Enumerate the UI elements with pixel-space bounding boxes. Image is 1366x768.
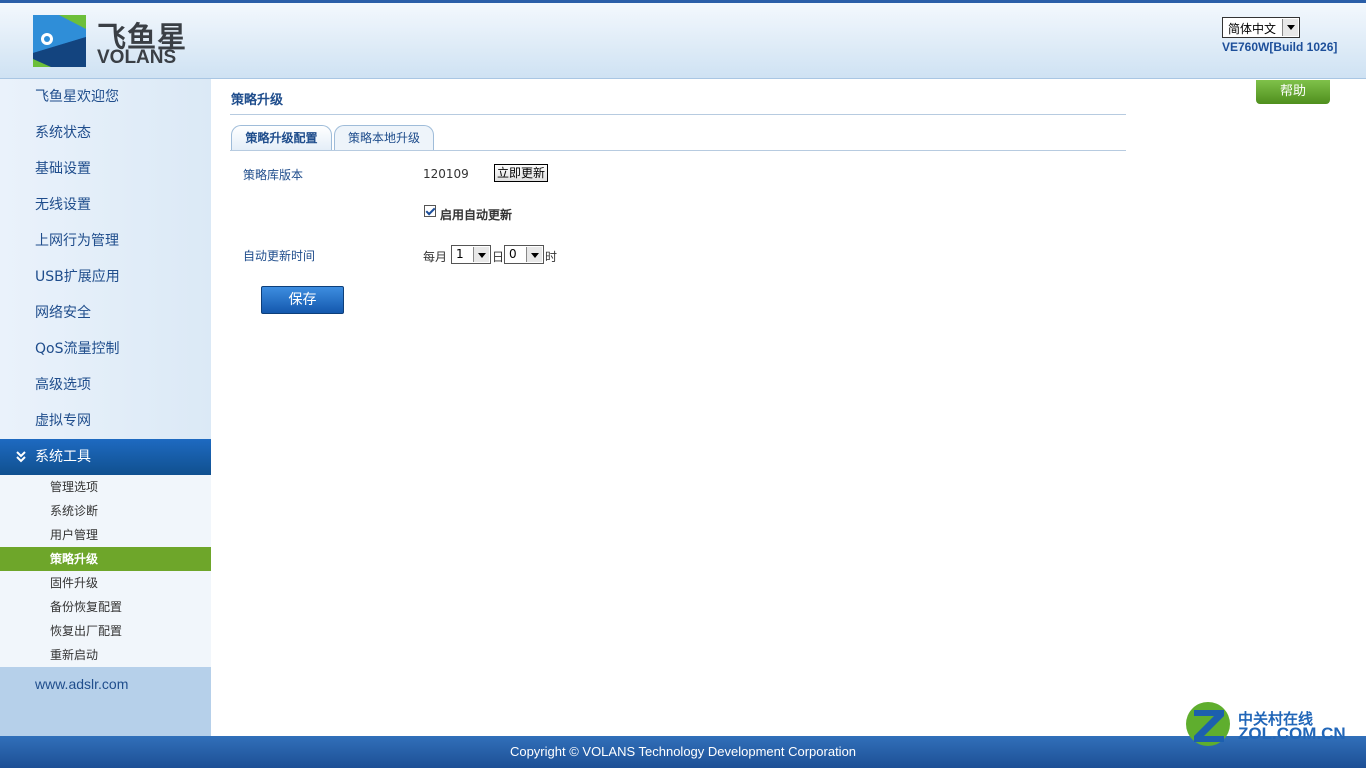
auto-update-label: 启用自动更新: [440, 208, 513, 222]
website-link[interactable]: www.adslr.com: [0, 667, 211, 736]
header-bar: 飞鱼星 VOLANS 简体中文 VE760W[Build 1026]: [0, 3, 1366, 79]
divider: [230, 114, 1126, 115]
submenu-item-reboot[interactable]: 重新启动: [0, 643, 211, 667]
sidebar-item-welcome[interactable]: 飞鱼星欢迎您: [0, 79, 211, 115]
submenu-item-diagnostics[interactable]: 系统诊断: [0, 499, 211, 523]
tab-policy-local-upgrade[interactable]: 策略本地升级: [334, 125, 434, 150]
chevron-down-icon[interactable]: [526, 247, 542, 262]
update-now-button[interactable]: 立即更新: [494, 164, 548, 182]
sidebar-item-label: 系统工具: [35, 449, 91, 465]
day-select-value: 1: [456, 247, 464, 261]
sidebar-item-qos[interactable]: QoS流量控制: [0, 331, 211, 367]
sidebar-item-system-status[interactable]: 系统状态: [0, 115, 211, 151]
sidebar-item-network-security[interactable]: 网络安全: [0, 295, 211, 331]
logo: 飞鱼星 VOLANS: [33, 15, 193, 70]
sidebar-item-basic-settings[interactable]: 基础设置: [0, 151, 211, 187]
language-select[interactable]: 简体中文: [1222, 17, 1300, 38]
update-time-label: 自动更新时间: [243, 249, 316, 263]
tab-policy-upgrade-config[interactable]: 策略升级配置: [231, 125, 332, 150]
submenu-item-backup-restore[interactable]: 备份恢复配置: [0, 595, 211, 619]
sidebar-item-vpn[interactable]: 虚拟专网: [0, 403, 211, 439]
hour-select-value: 0: [509, 247, 517, 261]
chevron-down-icon[interactable]: [473, 247, 489, 262]
submenu-item-admin-options[interactable]: 管理选项: [0, 475, 211, 499]
sidebar-item-system-tools[interactable]: 系统工具: [0, 439, 211, 475]
hour-unit-label: 时: [545, 250, 558, 264]
footer-copyright: Copyright © VOLANS Technology Developmen…: [0, 736, 1366, 768]
volans-logo-icon: [33, 15, 86, 67]
sidebar-item-usb-apps[interactable]: USB扩展应用: [0, 259, 211, 295]
day-select[interactable]: 1: [451, 245, 491, 264]
submenu-item-user-management[interactable]: 用户管理: [0, 523, 211, 547]
hour-select[interactable]: 0: [504, 245, 544, 264]
zol-watermark: 中关村在线 ZOL.COM.CN: [1184, 698, 1354, 748]
submenu-item-policy-upgrade[interactable]: 策略升级: [0, 547, 211, 571]
auto-update-checkbox[interactable]: [424, 205, 436, 217]
monthly-label: 每月: [423, 250, 448, 264]
submenu-item-firmware-upgrade[interactable]: 固件升级: [0, 571, 211, 595]
submenu-item-factory-reset[interactable]: 恢复出厂配置: [0, 619, 211, 643]
sidebar-item-behavior-management[interactable]: 上网行为管理: [0, 223, 211, 259]
version-label: 策略库版本: [243, 168, 304, 182]
help-button[interactable]: 帮助: [1256, 80, 1330, 104]
zol-logo-icon: [1186, 702, 1230, 746]
sidebar-item-wireless-settings[interactable]: 无线设置: [0, 187, 211, 223]
language-select-value: 简体中文: [1228, 22, 1277, 36]
system-tools-submenu: 管理选项 系统诊断 用户管理 策略升级 固件升级 备份恢复配置 恢复出厂配置 重…: [0, 475, 211, 667]
day-unit-label: 日: [492, 250, 505, 264]
sidebar: 飞鱼星欢迎您 系统状态 基础设置 无线设置 上网行为管理 USB扩展应用 网络安…: [0, 79, 211, 736]
tabs-divider: [230, 150, 1126, 151]
sidebar-item-advanced[interactable]: 高级选项: [0, 367, 211, 403]
save-button[interactable]: 保存: [261, 286, 344, 314]
version-value: 120109: [423, 167, 469, 181]
logo-english-text: VOLANS: [97, 47, 177, 68]
chevron-down-icon[interactable]: [1282, 19, 1298, 36]
firmware-build-label: VE760W[Build 1026]: [1222, 40, 1338, 54]
page-title: 策略升级: [231, 93, 284, 108]
zol-en-text: ZOL.COM.CN: [1238, 724, 1346, 743]
